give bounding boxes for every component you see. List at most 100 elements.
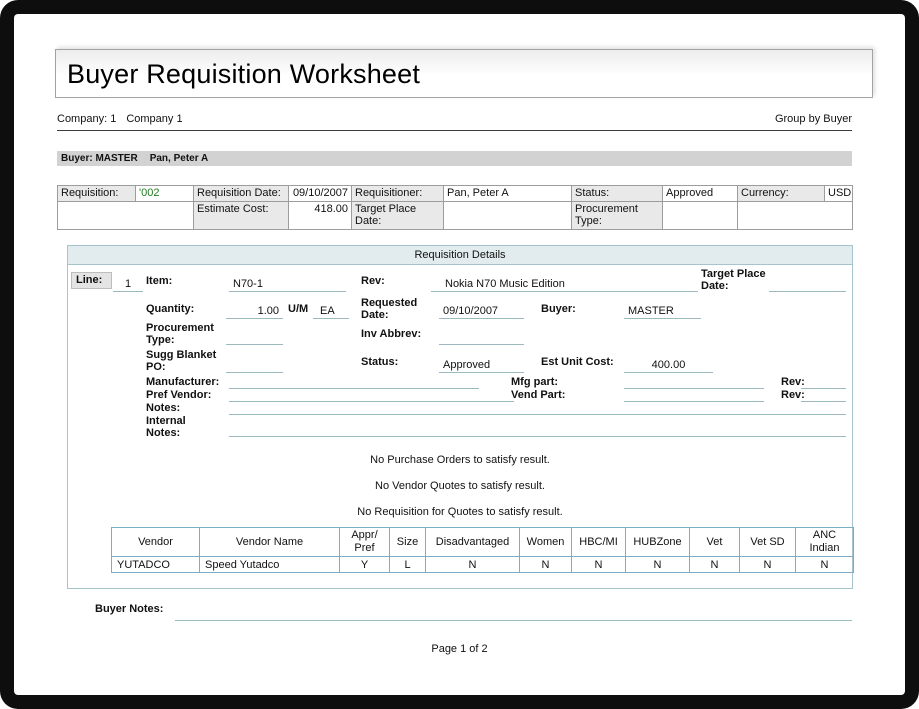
- field-target-place-date-label: Target Place Date:: [701, 268, 776, 292]
- field-sugg-blanket-po-value: [226, 361, 283, 373]
- procurement-type-value: [663, 202, 738, 230]
- requisition-details-header: Requisition Details: [68, 246, 852, 265]
- requisitioner-value: Pan, Peter A: [444, 186, 572, 202]
- target-place-date-label: Target Place Date:: [352, 202, 444, 230]
- field-item-value: N70-1: [229, 277, 346, 292]
- company-label: Company: 1: [57, 113, 116, 125]
- field-internal-notes-value: [229, 425, 846, 437]
- vet-header: Vet: [690, 528, 740, 557]
- field-quantity-value: 1.00: [226, 304, 283, 319]
- field-pref-vendor-value: [229, 390, 514, 402]
- appr-pref-header: Appr/ Pref: [340, 528, 390, 557]
- hbc-mi-cell: N: [572, 557, 626, 573]
- no-vendor-quotes-message: No Vendor Quotes to satisfy result.: [68, 480, 852, 492]
- vendor-table-header-row: Vendor Vendor Name Appr/ Pref Size Disad…: [112, 528, 854, 557]
- field-manufacturer-label: Manufacturer:: [146, 376, 219, 388]
- field-manufacturer-value: [229, 377, 479, 389]
- field-notes-label: Notes:: [146, 402, 180, 414]
- field-est-unit-cost-label: Est Unit Cost:: [541, 356, 614, 368]
- requisitioner-label: Requisitioner:: [352, 186, 444, 202]
- vendor-cell: YUTADCO: [112, 557, 200, 573]
- field-requested-date-value: 09/10/2007: [439, 304, 524, 319]
- currency-value: USD: [825, 186, 853, 202]
- women-cell: N: [520, 557, 572, 573]
- vendor-table: Vendor Vendor Name Appr/ Pref Size Disad…: [111, 527, 854, 573]
- vendor-name-cell: Speed Yutadco: [200, 557, 340, 573]
- field-quantity-label: Quantity:: [146, 303, 194, 315]
- field-sugg-blanket-po-label: Sugg Blanket PO:: [146, 349, 216, 373]
- hubzone-header: HUBZone: [626, 528, 690, 557]
- no-requisition-quotes-message: No Requisition for Quotes to satisfy res…: [68, 506, 852, 518]
- appr-pref-cell: Y: [340, 557, 390, 573]
- page-title: Buyer Requisition Worksheet: [56, 50, 872, 90]
- field-inv-abbrev-value: [439, 333, 524, 345]
- field-vend-part-label: Vend Part:: [511, 389, 565, 401]
- requisition-details-box: Requisition Details Line: 1 Item: N70-1 …: [67, 245, 853, 589]
- field-vend-part-value: [624, 390, 764, 402]
- field-status-label: Status:: [361, 356, 398, 368]
- requisition-value: '002: [136, 186, 194, 202]
- disadvantaged-cell: N: [426, 557, 520, 573]
- page-number: Page 1 of 2: [14, 643, 905, 655]
- estimate-cost-value: 418.00: [289, 202, 352, 230]
- field-internal-notes-label: Internal Notes:: [146, 415, 186, 439]
- field-inv-abbrev-label: Inv Abbrev:: [361, 328, 421, 340]
- report-title-box: Buyer Requisition Worksheet: [55, 49, 873, 98]
- size-cell: L: [390, 557, 426, 573]
- buyer-notes-label: Buyer Notes:: [95, 603, 163, 615]
- group-by-label: Group by Buyer: [775, 113, 852, 125]
- field-line-label: Line:: [71, 272, 112, 289]
- procurement-type-label: Procurement Type:: [572, 202, 663, 230]
- company-name: Company 1: [126, 113, 182, 125]
- field-vend-rev-value: [801, 390, 846, 402]
- field-procurement-type-value: [226, 333, 283, 345]
- disadvantaged-header: Disadvantaged: [426, 528, 520, 557]
- hbc-mi-header: HBC/MI: [572, 528, 626, 557]
- field-mfg-part-value: [624, 377, 764, 389]
- status-label: Status:: [572, 186, 663, 202]
- buyer-group-bar: Buyer: MASTER Pan, Peter A: [57, 151, 852, 166]
- field-um-label: U/M: [288, 303, 308, 315]
- field-mfg-part-label: Mfg part:: [511, 376, 558, 388]
- requisition-label: Requisition:: [58, 186, 136, 202]
- field-pref-vendor-label: Pref Vendor:: [146, 389, 211, 401]
- company-row: Company: 1 Company 1 Group by Buyer: [57, 113, 852, 131]
- anc-indian-cell: N: [796, 557, 854, 573]
- vendor-header: Vendor: [112, 528, 200, 557]
- requisition-date-label: Requisition Date:: [194, 186, 289, 202]
- buyer-notes-line: [175, 620, 852, 621]
- field-procurement-type-label: Procurement Type:: [146, 322, 214, 346]
- field-target-place-date-value: [769, 280, 846, 292]
- size-header: Size: [390, 528, 426, 557]
- requisition-date-value: 09/10/2007: [289, 186, 352, 202]
- field-notes-value: [229, 403, 846, 415]
- vet-sd-header: Vet SD: [740, 528, 796, 557]
- field-um-value: EA: [313, 304, 349, 319]
- currency-label: Currency:: [738, 186, 825, 202]
- vendor-name-header: Vendor Name: [200, 528, 340, 557]
- empty-cell: [738, 202, 853, 230]
- field-mfg-rev-value: [801, 377, 846, 389]
- empty-cell: [58, 202, 194, 230]
- status-value: Approved: [663, 186, 738, 202]
- vet-sd-cell: N: [740, 557, 796, 573]
- estimate-cost-label: Estimate Cost:: [194, 202, 289, 230]
- buyer-group-name: Pan, Peter A: [150, 153, 209, 164]
- field-status-value: Approved: [439, 358, 524, 373]
- window-frame: Buyer Requisition Worksheet Company: 1Co…: [0, 0, 919, 709]
- target-place-date-value: [444, 202, 572, 230]
- no-purchase-orders-message: No Purchase Orders to satisfy result.: [68, 454, 852, 466]
- buyer-group-label: Buyer: MASTER: [61, 153, 138, 164]
- hubzone-cell: N: [626, 557, 690, 573]
- vendor-table-row: YUTADCO Speed Yutadco Y L N N N N N N N: [112, 557, 854, 573]
- report-page: Buyer Requisition Worksheet Company: 1Co…: [14, 14, 905, 695]
- anc-indian-header: ANC Indian: [796, 528, 854, 557]
- field-item-label: Item:: [146, 275, 172, 287]
- women-header: Women: [520, 528, 572, 557]
- field-rev-value: Nokia N70 Music Edition: [431, 277, 698, 292]
- field-buyer-label: Buyer:: [541, 303, 576, 315]
- requisition-summary-table: Requisition: '002 Requisition Date: 09/1…: [57, 185, 853, 230]
- field-buyer-value: MASTER: [624, 304, 701, 319]
- field-est-unit-cost-value: 400.00: [624, 358, 713, 373]
- field-line-value: 1: [113, 277, 143, 292]
